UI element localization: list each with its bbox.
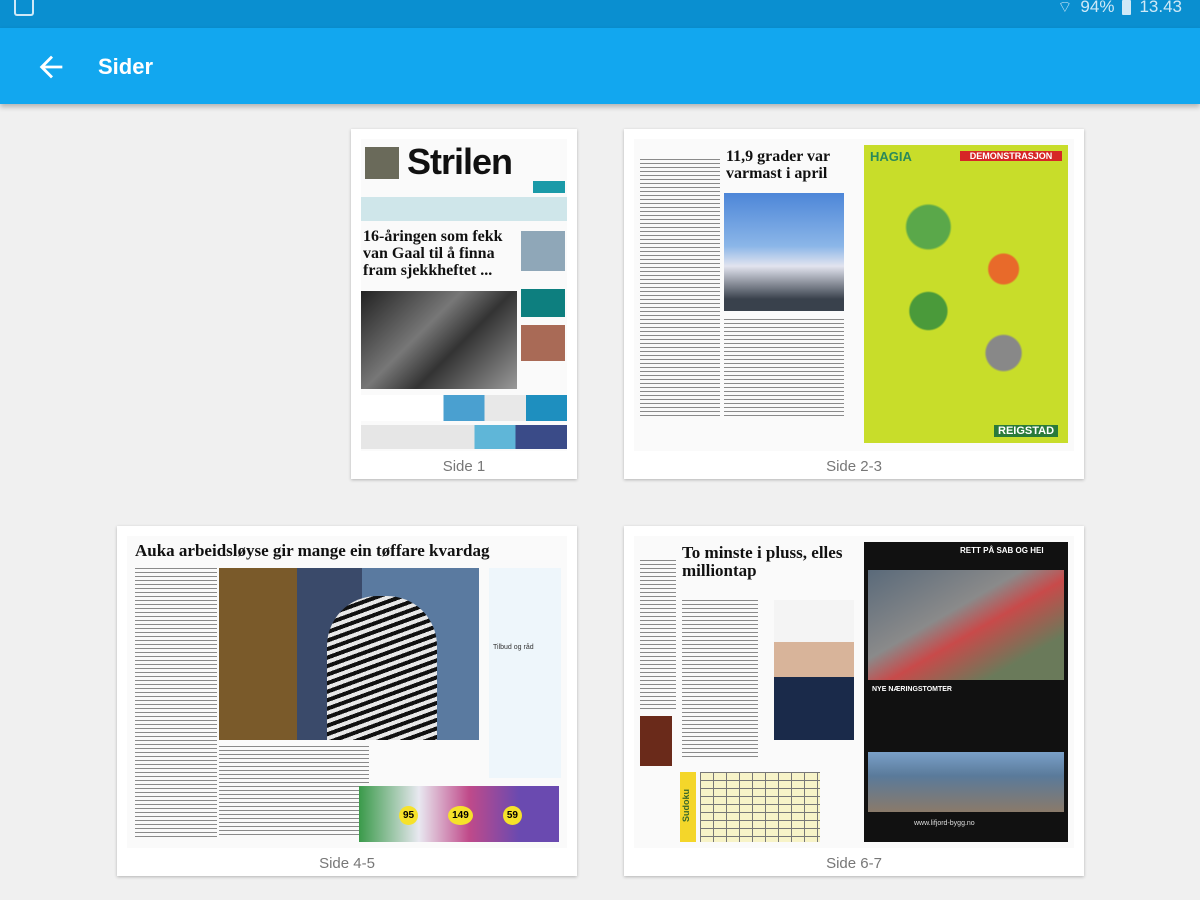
text-columns-2 xyxy=(682,600,758,760)
sim-icon xyxy=(14,0,34,16)
teaser-strip xyxy=(361,197,567,221)
text-columns-2 xyxy=(724,319,844,419)
ad-strip-2 xyxy=(361,425,567,449)
page-thumbnail-side-4-5[interactable]: Auka arbeidsløyse gir mange ein tøffare … xyxy=(117,526,577,876)
battery-level: 94% xyxy=(1080,0,1115,16)
page-label: Side 1 xyxy=(442,458,486,475)
masthead: Strilen xyxy=(407,141,513,182)
ad-products xyxy=(872,185,1060,395)
ad-title: RETT PÅ SAB OG HEI xyxy=(960,546,1044,555)
masthead-badge xyxy=(533,181,565,193)
finance-headline: To minste i pluss, elles milliontap xyxy=(682,543,843,580)
sudoku-grid xyxy=(700,772,820,842)
price-1: 95 xyxy=(399,806,419,825)
text-columns xyxy=(135,568,217,838)
portrait-small xyxy=(640,716,672,766)
clock: 13.43 xyxy=(1139,0,1182,16)
side-photo-2 xyxy=(521,325,565,361)
price-2: 149 xyxy=(448,806,473,825)
front-photo xyxy=(361,291,517,389)
app-bar: Sider xyxy=(0,28,1200,104)
sudoku-title: Sudoku xyxy=(681,789,691,822)
info-box: Tilbud og råd xyxy=(489,568,561,778)
page-label: Side 4-5 xyxy=(319,855,375,872)
aerial-photo xyxy=(868,570,1064,680)
price-3: 59 xyxy=(502,806,522,825)
text-columns xyxy=(640,159,720,419)
ad-banner: DEMONSTRASJON xyxy=(960,151,1062,161)
status-right: ⌔ 94% 13.43 xyxy=(1057,0,1182,17)
man-portrait xyxy=(774,600,854,740)
weather-headline: 11,9 grader var varmast i april xyxy=(726,148,830,182)
arrow-left-icon xyxy=(39,55,63,79)
unemployment-headline: Auka arbeidsløyse gir mange ein tøffare … xyxy=(135,541,490,560)
info-box-heading: Tilbud og råd xyxy=(493,644,534,651)
status-bar: ⌔ 94% 13.43 xyxy=(0,0,1200,28)
page-thumbnail-side-1[interactable]: Strilen 16-åringen som fekk van Gaal til… xyxy=(351,129,577,479)
side-photo xyxy=(521,231,565,271)
ad-footer: REIGSTAD xyxy=(994,425,1059,437)
hagia-ad: HAGIA DEMONSTRASJON REIGSTAD xyxy=(864,145,1068,443)
ad-prices: 95 149 59 xyxy=(399,806,522,825)
woman-figure xyxy=(327,596,437,740)
text-columns-2 xyxy=(219,746,369,836)
ad-url: www.lifjord-bygg.no xyxy=(914,820,975,827)
ad-subtitle: NYE NÆRINGSTOMTER xyxy=(872,686,952,693)
page-label: Side 2-3 xyxy=(826,458,882,475)
flower-ad: 95 149 59 xyxy=(359,786,559,842)
page-image: To minste i pluss, elles milliontap Sudo… xyxy=(634,536,1074,848)
page-image: Strilen 16-åringen som fekk van Gaal til… xyxy=(361,139,567,451)
page-title: Sider xyxy=(98,54,154,79)
page-image: Auka arbeidsløyse gir mange ein tøffare … xyxy=(127,536,567,848)
page-thumbnail-side-6-7[interactable]: To minste i pluss, elles milliontap Sudo… xyxy=(624,526,1084,876)
page-thumbnail-side-2-3[interactable]: 11,9 grader var varmast i april HAGIA DE… xyxy=(624,129,1084,479)
property-ad: RETT PÅ SAB OG HEI NYE NÆRINGSTOMTER www… xyxy=(864,542,1068,842)
masthead-logo xyxy=(365,147,399,179)
side-box xyxy=(521,289,565,317)
front-headline: 16-åringen som fekk van Gaal til å finna… xyxy=(363,228,503,279)
battery-icon xyxy=(1122,0,1132,15)
text-columns xyxy=(640,560,676,710)
ad-strip xyxy=(361,395,567,421)
back-button[interactable] xyxy=(34,50,68,84)
landscape-photo xyxy=(868,752,1064,812)
page-image: 11,9 grader var varmast i april HAGIA DE… xyxy=(634,139,1074,451)
sky-photo xyxy=(724,193,844,311)
ad-brand: HAGIA xyxy=(870,149,912,164)
wifi-icon: ⌔ xyxy=(1057,0,1073,16)
page-label: Side 6-7 xyxy=(826,855,882,872)
